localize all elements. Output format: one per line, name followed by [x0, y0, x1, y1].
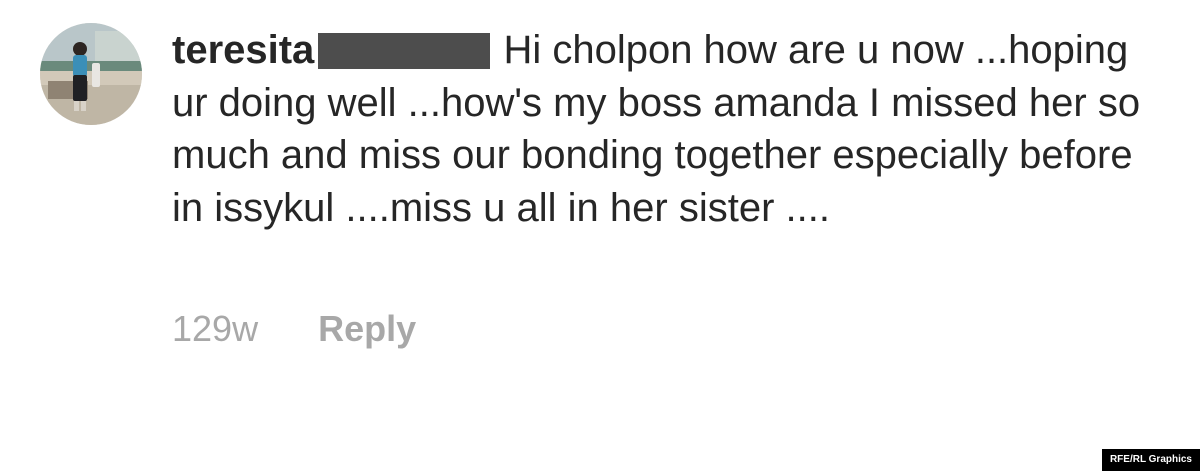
avatar[interactable] — [40, 23, 142, 125]
redaction-bar — [318, 33, 491, 69]
comment-body: teresita Hi cholpon how are u now ...hop… — [172, 24, 1152, 234]
comment-meta: 129w Reply — [172, 308, 416, 350]
username-link[interactable]: teresita — [172, 28, 314, 72]
comment-timestamp[interactable]: 129w — [172, 308, 258, 349]
reply-button[interactable]: Reply — [318, 308, 416, 349]
comment-text: Hi cholpon how are u now ...hoping ur do… — [172, 28, 1141, 230]
profile-photo — [40, 23, 142, 125]
credit-badge: RFE/RL Graphics — [1101, 449, 1200, 471]
